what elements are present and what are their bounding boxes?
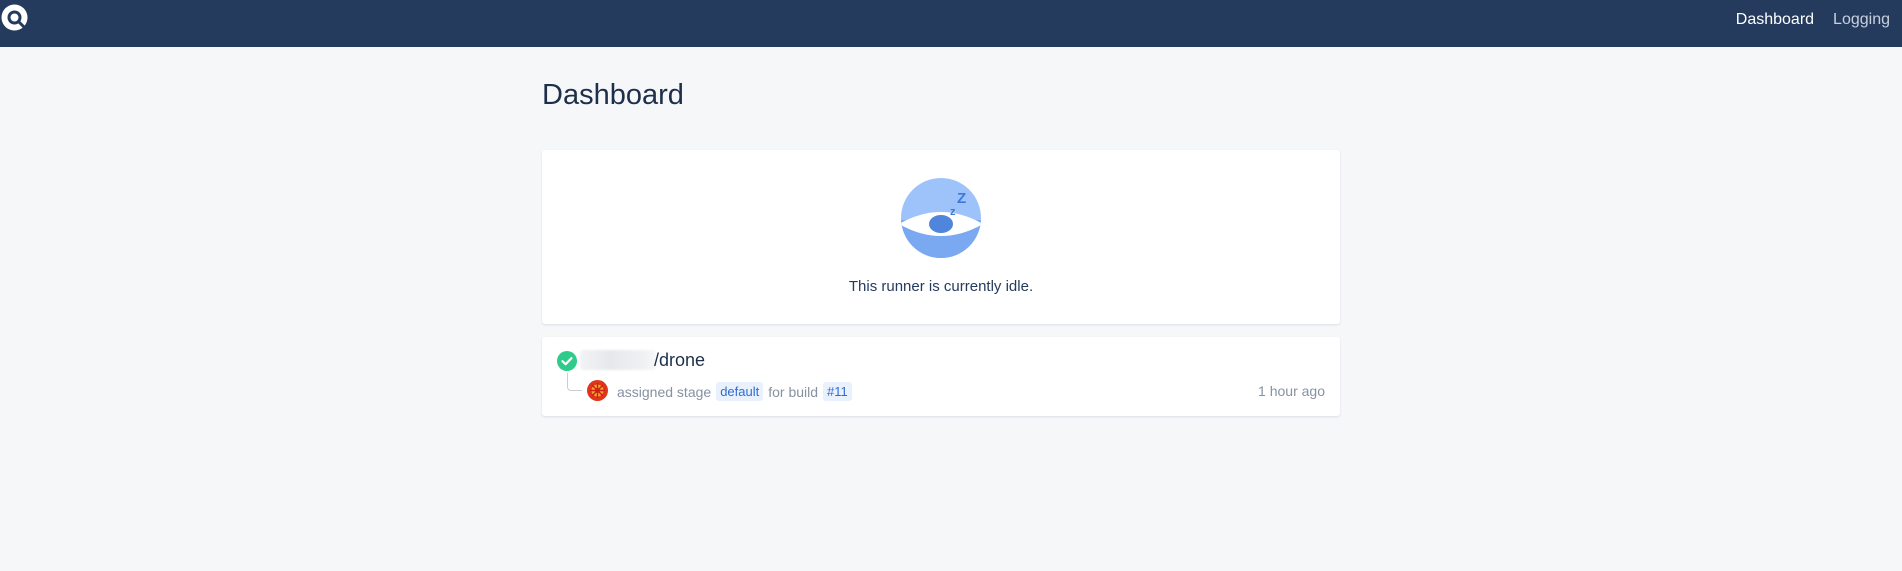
svg-text:Z: Z [957,190,966,207]
nav-logging-link[interactable]: Logging [1833,11,1890,29]
for-build-text: for build [768,383,819,400]
svg-text:z: z [950,206,956,218]
user-avatar [587,380,608,401]
redacted-repo-owner [580,350,656,370]
idle-card: Z z This runner is currently idle. [542,150,1340,324]
idle-message: This runner is currently idle. [848,278,1034,295]
action-text: assigned stage [617,383,712,400]
top-nav: Dashboard Logging [1736,0,1890,40]
top-bar: Dashboard Logging [0,0,1902,47]
nav-dashboard-link[interactable]: Dashboard [1736,11,1814,29]
drone-logo-icon[interactable] [0,3,29,32]
build-timestamp: 1 hour ago [1258,383,1325,399]
tree-connector [567,373,582,391]
repo-name-link[interactable]: /drone [654,350,705,371]
success-check-icon [557,351,577,371]
build-meta: assigned stage default for build #11 [617,382,852,401]
stage-badge[interactable]: default [716,382,764,401]
build-number-badge[interactable]: #11 [823,382,852,401]
build-list-item[interactable]: /drone assigned stage default for build … [542,337,1340,416]
sleeping-drone-icon: Z z [901,178,981,258]
page-title: Dashboard [542,79,684,111]
